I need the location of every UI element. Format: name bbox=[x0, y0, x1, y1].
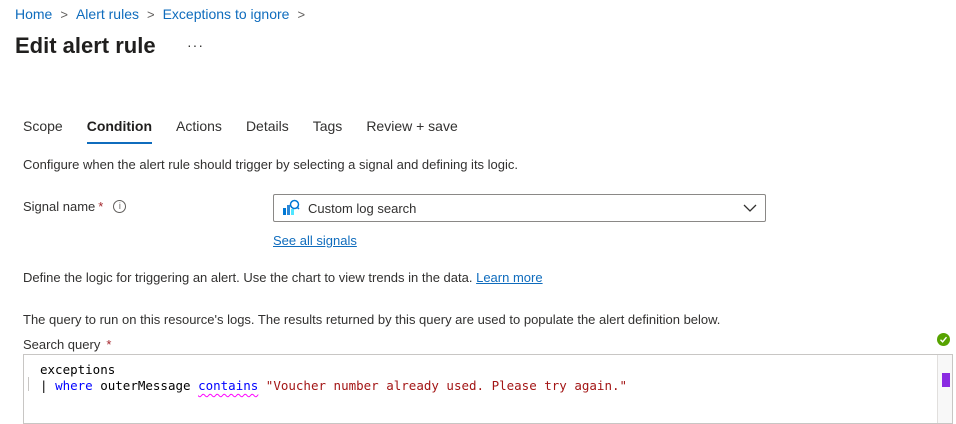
required-mark: * bbox=[98, 199, 104, 214]
signal-name-text: Signal name bbox=[23, 199, 96, 214]
page-title: Edit alert rule bbox=[15, 33, 156, 58]
tab-scope[interactable]: Scope bbox=[23, 118, 63, 144]
editor-scrollbar[interactable] bbox=[937, 355, 952, 423]
custom-log-search-icon bbox=[282, 199, 300, 217]
tab-bar: Scope Condition Actions Details Tags Rev… bbox=[23, 118, 482, 144]
tab-condition[interactable]: Condition bbox=[86, 118, 153, 144]
gutter-marker bbox=[28, 377, 29, 391]
breadcrumb: Home > Alert rules > Exceptions to ignor… bbox=[15, 6, 313, 22]
query-field: outerMessage bbox=[92, 378, 199, 393]
signal-name-value: Custom log search bbox=[308, 200, 417, 216]
info-icon[interactable]: i bbox=[113, 200, 127, 213]
more-icon[interactable]: ··· bbox=[187, 37, 204, 53]
chevron-down-icon bbox=[743, 201, 757, 215]
condition-description: Configure when the alert rule should tri… bbox=[23, 157, 519, 172]
check-circle-icon bbox=[937, 333, 950, 346]
logic-text: Define the logic for triggering an alert… bbox=[23, 270, 473, 285]
logic-description: Define the logic for triggering an alert… bbox=[23, 270, 543, 285]
query-string: "Voucher number already used. Please try… bbox=[258, 378, 628, 393]
breadcrumb-exceptions-to-ignore[interactable]: Exceptions to ignore bbox=[163, 6, 290, 22]
query-line-2: | where outerMessage contains "Voucher n… bbox=[40, 378, 627, 393]
breadcrumb-home[interactable]: Home bbox=[15, 6, 52, 22]
search-query-editor[interactable]: exceptions | where outerMessage contains… bbox=[23, 354, 953, 424]
tab-actions[interactable]: Actions bbox=[176, 118, 222, 144]
search-query-label: Search query * bbox=[23, 337, 111, 352]
query-keyword-where: where bbox=[55, 378, 93, 393]
tab-details[interactable]: Details bbox=[246, 118, 289, 144]
query-pipe: | bbox=[40, 378, 56, 393]
search-query-text: Search query bbox=[23, 337, 101, 352]
query-description: The query to run on this resource's logs… bbox=[23, 312, 721, 327]
breadcrumb-alert-rules[interactable]: Alert rules bbox=[76, 6, 139, 22]
signal-name-label: Signal name * i bbox=[23, 199, 127, 214]
see-all-signals-link[interactable]: See all signals bbox=[273, 233, 357, 248]
chevron-right-icon: > bbox=[146, 6, 155, 22]
chevron-right-icon: > bbox=[297, 6, 306, 22]
tab-review-save[interactable]: Review + save bbox=[366, 118, 457, 144]
signal-name-dropdown[interactable]: Custom log search bbox=[273, 194, 766, 222]
query-keyword-contains: contains bbox=[198, 378, 259, 393]
scrollbar-marker bbox=[942, 373, 950, 387]
chevron-right-icon: > bbox=[60, 6, 68, 22]
required-mark: * bbox=[106, 337, 112, 352]
tab-tags[interactable]: Tags bbox=[313, 118, 343, 144]
learn-more-link[interactable]: Learn more bbox=[476, 270, 542, 285]
query-line-1: exceptions bbox=[40, 362, 116, 377]
